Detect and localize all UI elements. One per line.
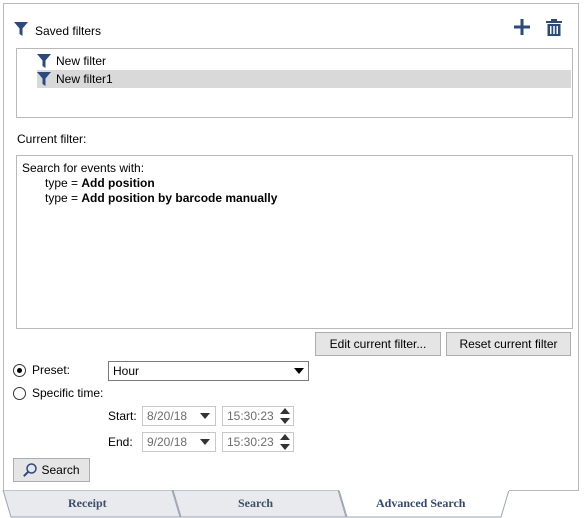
chevron-down-icon <box>200 439 210 445</box>
saved-filter-item-selected[interactable]: New filter1 <box>37 70 571 88</box>
end-date-picker[interactable]: 9/20/18 <box>142 432 216 452</box>
delete-filter-button[interactable] <box>546 19 562 36</box>
funnel-icon <box>14 22 28 36</box>
filter-condition: type = Add position <box>22 176 567 191</box>
specific-time-label: Specific time: <box>32 386 104 400</box>
preset-value: Hour <box>113 364 140 378</box>
end-label: End: <box>108 435 133 449</box>
trash-icon <box>546 19 562 36</box>
edit-filter-button[interactable]: Edit current filter... <box>315 332 441 356</box>
tab-bar: Receipt Search Advanced Search <box>0 490 585 518</box>
chevron-down-icon <box>294 368 304 374</box>
current-filter-label: Current filter: <box>17 132 87 146</box>
search-button[interactable]: Search <box>13 458 90 482</box>
specific-time-radio[interactable] <box>13 387 26 400</box>
start-time-spinner[interactable]: 15:30:23 <box>222 406 294 426</box>
saved-filter-item[interactable]: New filter <box>37 52 571 70</box>
condition-field: type = <box>45 176 79 190</box>
saved-filter-label: New filter1 <box>56 72 113 86</box>
tab-receipt-label[interactable]: Receipt <box>68 496 107 511</box>
start-date-picker[interactable]: 8/20/18 <box>142 406 216 426</box>
chevron-down-icon <box>200 413 210 419</box>
saved-filters-title: Saved filters <box>35 24 102 38</box>
end-time-spinner[interactable]: 15:30:23 <box>222 432 294 452</box>
advanced-search-panel: Saved filters New filter New filter1 Cur… <box>3 3 579 491</box>
reset-filter-button[interactable]: Reset current filter <box>446 332 571 356</box>
funnel-icon <box>37 72 51 86</box>
tab-advanced-search-label[interactable]: Advanced Search <box>376 496 465 511</box>
funnel-icon <box>37 54 51 68</box>
tab-search-label[interactable]: Search <box>238 496 273 511</box>
condition-field: type = <box>45 191 79 205</box>
preset-radio[interactable] <box>13 364 26 377</box>
start-label: Start: <box>108 409 137 423</box>
saved-filter-label: New filter <box>56 54 107 68</box>
end-time-value: 15:30:23 <box>227 435 274 449</box>
preset-label: Preset: <box>32 363 71 377</box>
search-icon <box>23 463 38 477</box>
start-date-value: 8/20/18 <box>147 409 188 423</box>
start-time-value: 15:30:23 <box>227 409 274 423</box>
search-button-label: Search <box>41 463 80 477</box>
spinner-arrows-icon[interactable] <box>280 408 290 424</box>
add-filter-button[interactable] <box>514 19 530 35</box>
condition-value: Add position by barcode manually <box>81 191 278 205</box>
plus-icon <box>514 19 530 35</box>
filter-intro: Search for events with: <box>22 161 145 175</box>
end-date-value: 9/20/18 <box>147 435 188 449</box>
current-filter-box: Search for events with: type = Add posit… <box>16 155 573 329</box>
spinner-arrows-icon[interactable] <box>280 434 290 450</box>
preset-select[interactable]: Hour <box>108 361 309 381</box>
filter-condition: type = Add position by barcode manually <box>22 191 567 206</box>
saved-filters-list[interactable]: New filter New filter1 <box>16 48 573 118</box>
condition-value: Add position <box>81 176 155 190</box>
